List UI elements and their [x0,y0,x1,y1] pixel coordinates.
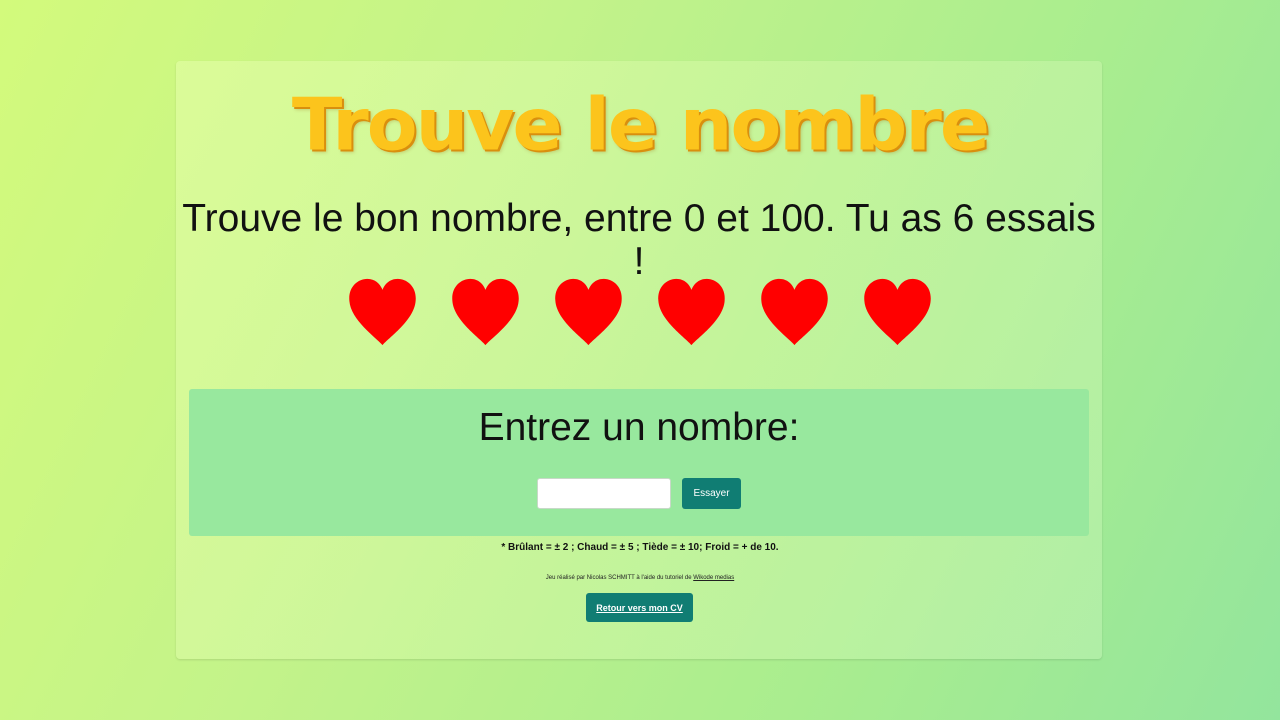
number-input[interactable] [537,478,671,509]
game-title: Trouve le nombre [291,82,990,168]
hint-text: * Brûlant = ± 2 ; Chaud = ± 5 ; Tiède = … [501,542,779,553]
lives-row [0,276,1280,348]
heart-icon [349,278,416,346]
heart-icon [761,278,828,346]
heart-icon [452,278,519,346]
heart-icon [555,278,622,346]
instructions-text: Trouve le bon nombre, entre 0 et 100. Tu… [182,197,1096,283]
heart-icon [658,278,725,346]
tutorial-link[interactable]: Wikode medias [693,575,734,581]
try-button[interactable]: Essayer [682,478,741,509]
heart-icon [864,278,931,346]
credit-text: Jeu réalisé par Nicolas SCHMITT à l'aide… [545,575,694,581]
entry-panel: Entrez un nombre: Essayer [189,389,1089,536]
entry-label: Entrez un nombre: [478,406,800,449]
credit-line: Jeu réalisé par Nicolas SCHMITT à l'aide… [0,575,1280,581]
back-to-cv-button[interactable]: Retour vers mon CV [586,593,693,622]
